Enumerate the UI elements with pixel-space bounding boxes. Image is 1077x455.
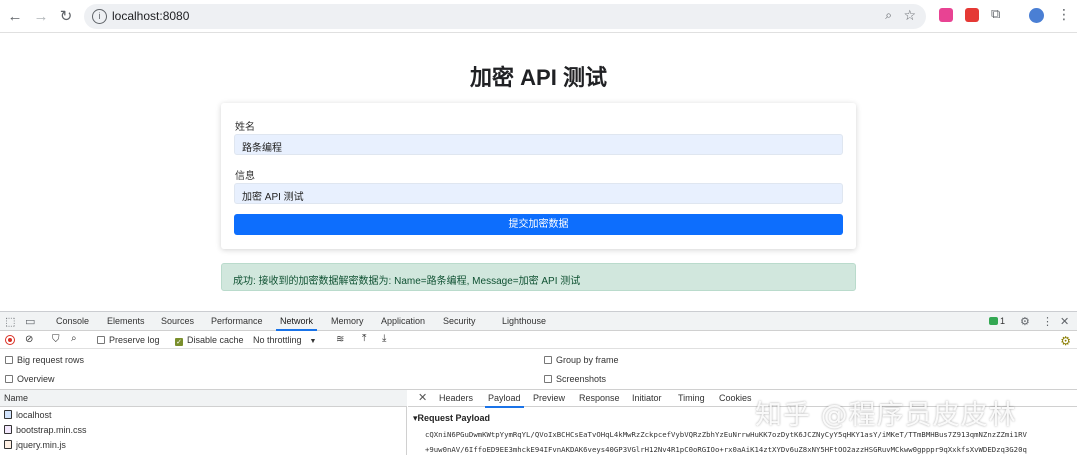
request-row[interactable]: bootstrap.min.css (0, 423, 407, 438)
checkbox-icon (97, 336, 105, 344)
network-toolbar: ⊘ ⛉ ⌕ Preserve log ✓ Disable cache No thr… (0, 332, 1077, 349)
tab-elements[interactable]: Elements (107, 316, 145, 326)
submit-button[interactable]: 提交加密数据 (234, 214, 843, 235)
request-name: jquery.min.js (16, 440, 66, 450)
url-text[interactable]: localhost:8080 (112, 9, 189, 23)
download-icon[interactable]: ⤓ (382, 333, 386, 344)
checkbox-icon (544, 375, 552, 383)
info-icon[interactable]: i (92, 9, 107, 24)
tab-cookies[interactable]: Cookies (719, 393, 752, 403)
close-icon[interactable]: ✕ (1060, 315, 1069, 328)
big-request-rows-label: Big request rows (17, 355, 85, 365)
search-icon[interactable]: ⌕ (71, 333, 77, 344)
info-label: 信息 (235, 171, 255, 182)
zoom-icon[interactable]: ⌕ (885, 8, 892, 23)
message-icon (989, 317, 998, 325)
disable-cache-checkbox[interactable]: ✓ Disable cache (175, 335, 244, 346)
address-bar[interactable]: i localhost:8080 ⌕ ☆ (84, 4, 926, 29)
overview-label: Overview (17, 374, 55, 384)
tab-lighthouse[interactable]: Lighthouse (502, 316, 546, 326)
kebab-icon[interactable]: ⋮ (1042, 315, 1053, 328)
devtools-tabs: ⬚ ▭ Console Elements Sources Performance… (0, 312, 1077, 331)
checkbox-icon (5, 375, 13, 383)
checkbox-icon (5, 356, 13, 364)
inspect-icon[interactable]: ⬚ (5, 315, 15, 328)
tab-performance[interactable]: Performance (211, 316, 263, 326)
request-row[interactable]: jquery.min.js (0, 438, 407, 453)
script-icon (4, 440, 12, 449)
success-alert: 成功: 接收到的加密数据解密数据为: Name=路条编程, Message=加密… (221, 263, 856, 291)
star-icon[interactable]: ☆ (903, 7, 916, 24)
arrow-right-icon[interactable]: → (31, 6, 51, 26)
gear-icon[interactable]: ⚙ (1060, 334, 1071, 348)
wifi-icon[interactable]: ≋ (336, 334, 344, 345)
form-card: 姓名 路条编程 信息 加密 API 测试 提交加密数据 (221, 103, 856, 249)
device-icon[interactable]: ▭ (25, 315, 35, 328)
kebab-icon[interactable]: ⋮ (1057, 6, 1071, 23)
tab-headers[interactable]: Headers (439, 393, 473, 403)
puzzle-icon[interactable]: ⧉ (991, 6, 1005, 21)
request-name: bootstrap.min.css (16, 425, 87, 435)
name-input[interactable]: 路条编程 (234, 134, 843, 155)
gear-icon[interactable]: ⚙ (1020, 315, 1030, 328)
group-by-frame-checkbox[interactable]: Group by frame (544, 355, 619, 365)
issues-badge[interactable]: 1 (989, 316, 1005, 326)
checkbox-checked-icon: ✓ (175, 338, 183, 346)
name-label: 姓名 (235, 122, 255, 133)
request-row[interactable]: localhost (0, 408, 407, 423)
clear-icon[interactable]: ⊘ (25, 334, 33, 345)
info-input[interactable]: 加密 API 测试 (234, 183, 843, 204)
tab-preview[interactable]: Preview (533, 393, 565, 403)
extension-icon[interactable] (965, 8, 979, 22)
screenshots-label: Screenshots (556, 374, 607, 384)
big-request-rows-checkbox[interactable]: Big request rows (5, 355, 84, 365)
overview-checkbox[interactable]: Overview (5, 374, 55, 384)
group-by-frame-label: Group by frame (556, 355, 619, 365)
reload-icon[interactable]: ↻ (56, 6, 76, 26)
browser-toolbar: ← → ↻ i localhost:8080 ⌕ ☆ ⧉ ⋮ (0, 0, 1077, 33)
upload-icon[interactable]: ⤒ (362, 333, 366, 344)
profile-avatar[interactable] (1029, 8, 1044, 23)
chevron-down-icon: ▼ (309, 338, 317, 345)
record-icon[interactable] (5, 335, 15, 345)
tab-security[interactable]: Security (443, 316, 476, 326)
arrow-left-icon[interactable]: ← (5, 6, 25, 26)
watermark: 知乎 @程序员皮皮林 (755, 400, 1017, 431)
screenshots-checkbox[interactable]: Screenshots (544, 374, 606, 384)
close-icon[interactable]: ✕ (418, 391, 427, 404)
tab-initiator[interactable]: Initiator (632, 393, 662, 403)
stylesheet-icon (4, 425, 12, 434)
payload-section-title[interactable]: ▾Request Payload (413, 413, 490, 424)
issues-count: 1 (1000, 316, 1006, 326)
extension-icon[interactable] (939, 8, 953, 22)
tab-timing[interactable]: Timing (678, 393, 705, 403)
page-title: 加密 API 测试 (470, 65, 607, 90)
preserve-log-checkbox[interactable]: Preserve log (97, 335, 160, 345)
name-column-header[interactable]: Name (0, 390, 407, 407)
document-icon (4, 410, 12, 419)
tab-memory[interactable]: Memory (331, 316, 364, 326)
throttling-select[interactable]: No throttling ▼ (253, 335, 316, 345)
tab-response[interactable]: Response (579, 393, 620, 403)
checkbox-icon (544, 356, 552, 364)
request-name: localhost (16, 410, 52, 420)
tab-payload[interactable]: Payload (485, 393, 524, 408)
tab-network[interactable]: Network (275, 316, 318, 331)
tab-sources[interactable]: Sources (161, 316, 194, 326)
request-list: Name localhost bootstrap.min.css jquery.… (0, 390, 407, 455)
disable-cache-label: Disable cache (187, 335, 244, 345)
tab-console[interactable]: Console (56, 316, 89, 326)
filter-icon[interactable]: ⛉ (52, 334, 60, 345)
throttling-value: No throttling (253, 335, 302, 345)
preserve-log-label: Preserve log (109, 335, 160, 345)
tab-application[interactable]: Application (381, 316, 425, 326)
